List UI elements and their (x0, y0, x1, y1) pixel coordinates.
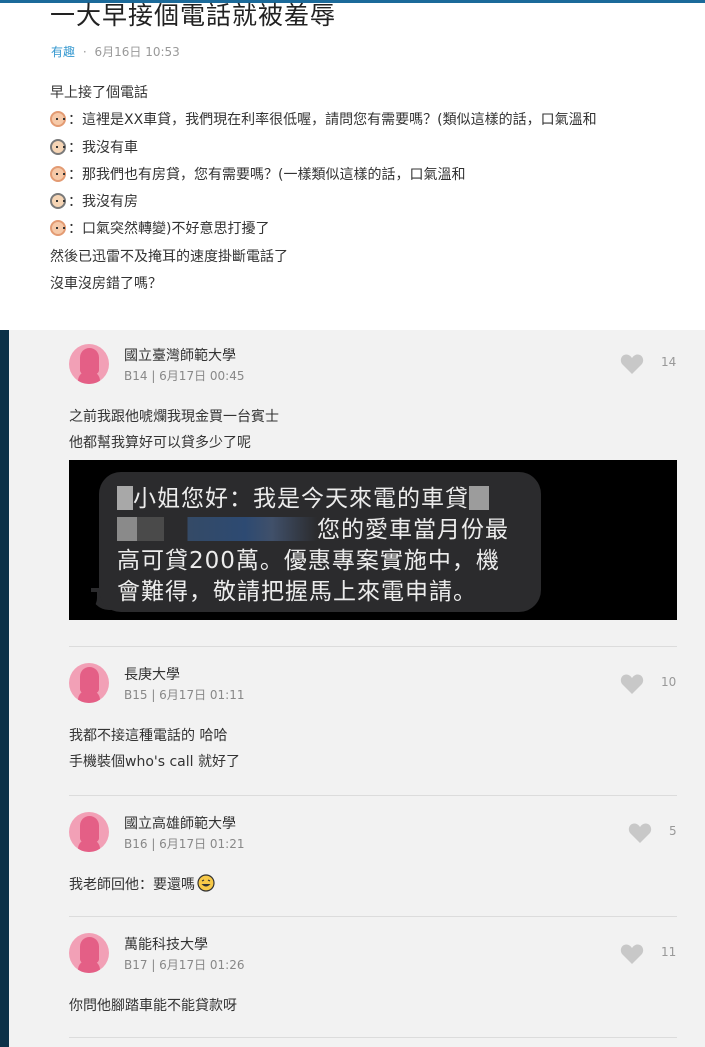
redacted-block (469, 486, 489, 510)
post-body: 早上接了個電話 ：這裡是XX車貸，我們現在利率很低喔，請問您有需要嗎？(類似這樣… (50, 80, 650, 298)
like-count: 11 (661, 945, 677, 959)
comment-school: 國立臺灣師範大學 (124, 348, 236, 364)
comment-meta: B17 | 6月17日 01:26 (124, 958, 245, 972)
comment-text: 我都不接這種電話的 哈哈 手機裝個who's call 就好了 (69, 728, 240, 770)
sms-text: 小姐您好：我是今天來電的車貸 您的愛車當月份最 高可貸200萬。優惠專案實施中，… (117, 486, 509, 605)
post-line: ：這裡是XX車貸，我們現在利率很低喔，請問您有需要嗎？(類似這樣的話，口氣溫和 (50, 107, 650, 134)
post-line: ：我沒有車 (50, 135, 650, 162)
post-line: ：那我們也有房貸，您有需要嗎？(一樣類似這樣的話，口氣溫和 (50, 162, 650, 189)
left-sidebar-strip (0, 330, 9, 1047)
comment-b17: 萬能科技大學 B17 | 6月17日 01:26 11 你問他腳踏車能不能貸款呀 (69, 933, 677, 1023)
comment-school: 萬能科技大學 (124, 937, 208, 953)
comment-text: 你問他腳踏車能不能貸款呀 (69, 998, 237, 1014)
post-line: 然後已迅雷不及掩耳的速度掛斷電話了 (50, 248, 288, 265)
heart-icon[interactable] (620, 943, 644, 965)
man-emoji-icon (50, 138, 66, 155)
comment-text: 我老師回他：要還嗎 (69, 872, 215, 898)
like-count: 14 (661, 355, 677, 369)
sms-screenshot-image: 小姐您好：我是今天來電的車貸 您的愛車當月份最 高可貸200萬。優惠專案實施中，… (69, 460, 677, 620)
redacted-block (137, 517, 317, 541)
post-line: 早上接了個電話 (50, 85, 148, 101)
heart-icon[interactable] (620, 673, 644, 695)
post-datetime: 6月16日 10:53 (94, 45, 180, 59)
post-title: 一大早接個電話就被羞辱 (50, 1, 337, 30)
forum-link[interactable]: 有趣 (51, 45, 75, 59)
comment-school: 長庚大學 (124, 667, 180, 683)
woman-emoji-icon (50, 220, 66, 237)
avatar[interactable] (69, 663, 109, 703)
laughing-emoji-icon (197, 874, 215, 892)
avatar[interactable] (69, 812, 109, 852)
post-line: 沒車沒房錯了嗎？ (50, 276, 162, 293)
like-count: 5 (669, 824, 677, 838)
comment-divider (69, 646, 677, 647)
comment-meta: B14 | 6月17日 00:45 (124, 369, 245, 383)
heart-icon[interactable] (620, 353, 644, 375)
man-emoji-icon (50, 193, 66, 210)
woman-emoji-icon (50, 165, 66, 182)
comment-divider (69, 1037, 677, 1038)
comment-meta: B16 | 6月17日 01:21 (124, 837, 245, 851)
comment-b16: 國立高雄師範大學 B16 | 6月17日 01:21 5 我老師回他：要還嗎 (69, 812, 677, 902)
comment-divider (69, 795, 677, 796)
avatar[interactable] (69, 344, 109, 384)
redacted-block (117, 517, 137, 541)
comment-school: 國立高雄師範大學 (124, 816, 236, 832)
avatar[interactable] (69, 933, 109, 973)
like-count: 10 (661, 675, 677, 689)
comment-divider (69, 916, 677, 917)
comment-b15: 長庚大學 B15 | 6月17日 01:11 10 我都不接這種電話的 哈哈 手… (69, 663, 677, 783)
woman-emoji-icon (50, 111, 66, 128)
comment-text: 之前我跟他唬爛我現金買一台賓士 他都幫我算好可以貸多少了呢 (69, 409, 279, 451)
post-line: ：我沒有房 (50, 189, 650, 216)
meta-separator: · (82, 45, 87, 59)
post-section: 一大早接個電話就被羞辱 有趣 · 6月16日 10:53 早上接了個電話 ：這裡… (0, 0, 705, 330)
heart-icon[interactable] (628, 822, 652, 844)
post-meta: 有趣 · 6月16日 10:53 (51, 43, 180, 60)
comment-meta: B15 | 6月17日 01:11 (124, 688, 245, 702)
redacted-block (117, 486, 133, 510)
post-line: ：口氣突然轉變)不好意思打擾了 (50, 216, 650, 243)
comment-b14: 國立臺灣師範大學 B14 | 6月17日 00:45 14 之前我跟他唬爛我現金… (69, 344, 677, 451)
